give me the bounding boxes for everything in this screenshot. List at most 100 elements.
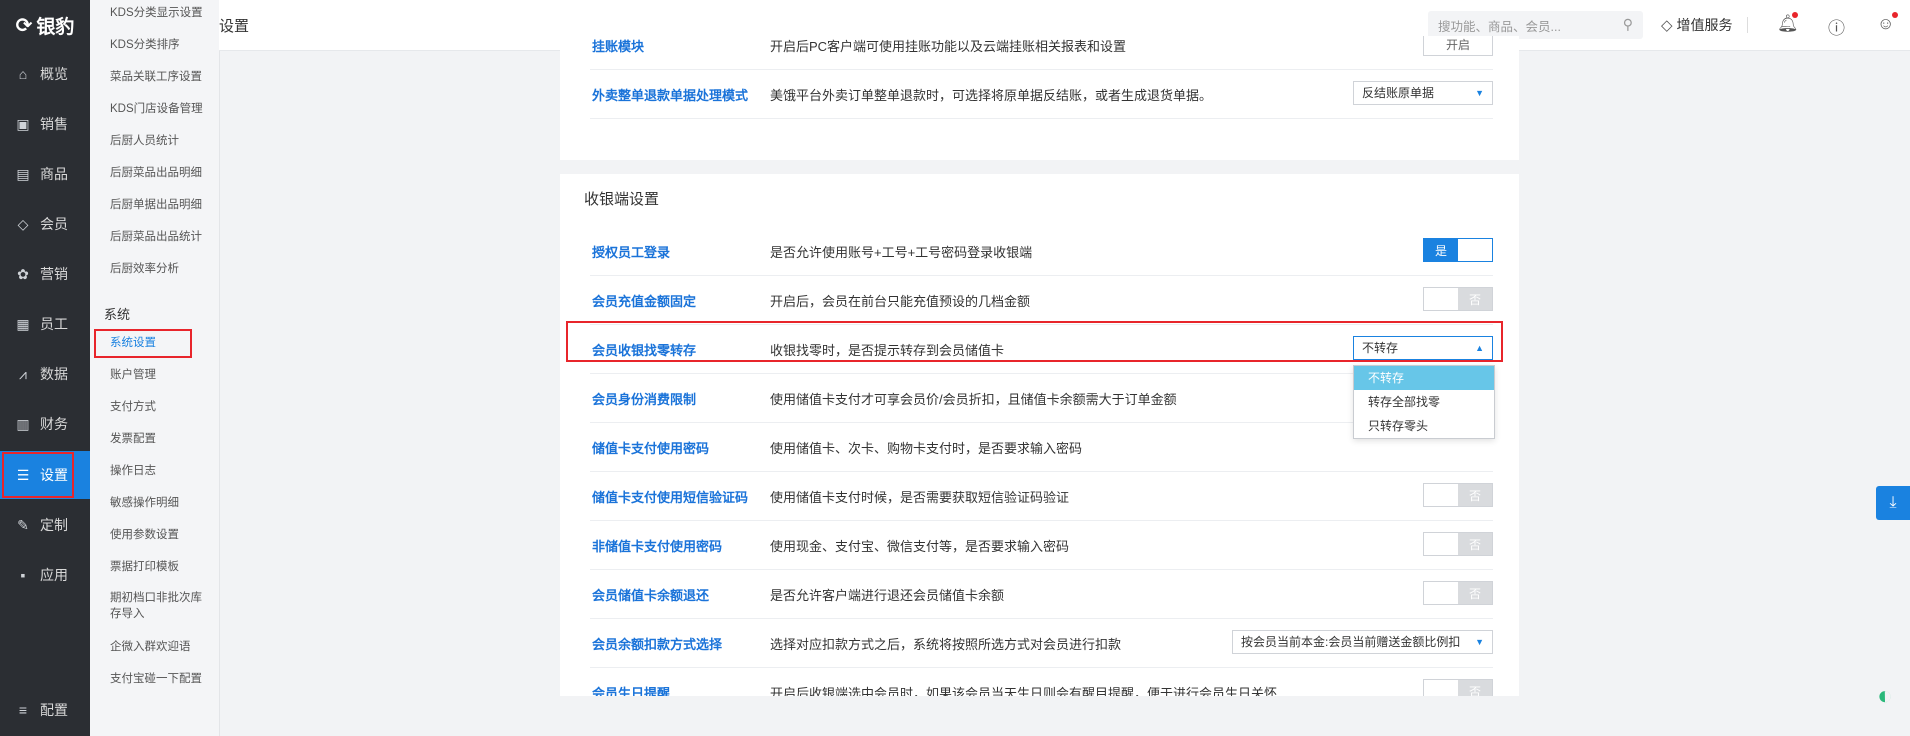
nav-item-member[interactable]: ◇ 会员 bbox=[0, 200, 90, 248]
submenu-item[interactable]: 操作日志 bbox=[110, 462, 156, 478]
setting-description: 开启后PC客户端可使用挂账功能以及云端挂账相关报表和设置 bbox=[770, 39, 1127, 54]
page-title: 设置 bbox=[219, 18, 250, 35]
submenu-item[interactable]: 菜品关联工序设置 bbox=[110, 68, 202, 84]
setting-description: 使用储值卡、次卡、购物卡支付时，是否要求输入密码 bbox=[770, 441, 1083, 456]
setting-select[interactable]: 不转存 ▲ bbox=[1353, 336, 1493, 360]
setting-toggle[interactable]: 否 bbox=[1423, 679, 1493, 696]
nav-item-custom[interactable]: ✎ 定制 bbox=[0, 501, 90, 549]
setting-toggle[interactable]: 是 bbox=[1423, 238, 1493, 262]
submenu-item[interactable]: 支付宝碰一下配置 bbox=[110, 670, 202, 686]
nav-item-label: 配置 bbox=[40, 702, 68, 718]
custom-icon: ✎ bbox=[17, 516, 29, 533]
change-deposit-dropdown: 不转存 转存全部找零 只转存零头 bbox=[1353, 365, 1495, 439]
submenu-section-title: 系统 bbox=[104, 307, 131, 322]
nav-item-product[interactable]: ▤ 商品 bbox=[0, 150, 90, 198]
settings-submenu: KDS分类显示设置 KDS分类排序 菜品关联工序设置 KDS门店设备管理 后厨人员统计后… bbox=[90, 0, 220, 736]
nav-item-label: 应用 bbox=[40, 567, 68, 583]
setting-description: 选择对应扣款方式之后，系统将按照所选方式对会员进行扣款 bbox=[770, 637, 1122, 652]
submenu-item[interactable]: 后厨单据出品明细 bbox=[110, 196, 202, 212]
dropdown-option[interactable]: 只转存零头 bbox=[1354, 414, 1494, 438]
submenu-item[interactable]: 期初档口非批次库存导入 bbox=[110, 590, 212, 622]
submenu-item[interactable]: 后厨人员统计 bbox=[110, 132, 179, 148]
value-service-label: 增值服务 bbox=[1676, 17, 1733, 33]
setting-description: 是否允许客户端进行退还会员储值卡余额 bbox=[770, 588, 1005, 603]
nav-item-label: 财务 bbox=[40, 416, 68, 432]
user-account-icon[interactable]: ☺ bbox=[1877, 14, 1894, 34]
setting-row: 会员充值金额固定 开启后，会员在前台只能充值预设的几档金额 否 bbox=[590, 275, 1493, 325]
caret-up-icon: ▲ bbox=[1475, 343, 1484, 353]
setting-label: 挂账模块 bbox=[592, 39, 645, 54]
submenu-item[interactable]: 账户管理 bbox=[110, 366, 156, 382]
submenu-item[interactable]: 后厨菜品出品统计 bbox=[110, 228, 202, 244]
setting-description: 开启后，会员在前台只能充值预设的几档金额 bbox=[770, 294, 1031, 309]
staff-icon: ▦ bbox=[16, 315, 30, 332]
submenu-item[interactable]: 票据打印模板 bbox=[110, 558, 179, 574]
submenu-item[interactable]: 敏感操作明细 bbox=[110, 494, 179, 510]
setting-label: 会员身份消费限制 bbox=[592, 392, 697, 407]
submenu-item[interactable]: KDS分类排序 bbox=[110, 36, 180, 52]
diamond-icon: ◇ bbox=[1661, 17, 1673, 34]
submenu-item[interactable]: 后厨效率分析 bbox=[110, 260, 179, 276]
product-icon: ▤ bbox=[16, 165, 30, 182]
apps-icon: ▪ bbox=[20, 567, 26, 583]
setting-row: 会员储值卡余额退还 是否允许客户端进行退还会员储值卡余额 否 bbox=[590, 569, 1493, 619]
submenu-item[interactable]: KDS门店设备管理 bbox=[110, 100, 203, 116]
nav-item-settings[interactable]: ☰ 设置 bbox=[0, 451, 90, 499]
nav-item-data[interactable]: ⩘ 数据 bbox=[0, 350, 90, 398]
nav-item-config[interactable]: ≡ 配置 bbox=[0, 686, 90, 734]
setting-toggle[interactable]: 否 bbox=[1423, 483, 1493, 507]
config-icon: ≡ bbox=[18, 702, 28, 718]
home-icon: ⌂ bbox=[18, 66, 28, 82]
setting-select[interactable]: 反结账原单据 ▼ bbox=[1353, 81, 1493, 105]
setting-row: 会员余额扣款方式选择 选择对应扣款方式之后，系统将按照所选方式对会员进行扣款 按会员… bbox=[590, 618, 1493, 668]
dropdown-option[interactable]: 不转存 bbox=[1354, 366, 1494, 390]
nav-item-finance[interactable]: ▥ 财务 bbox=[0, 400, 90, 448]
submenu-item[interactable]: 支付方式 bbox=[110, 398, 156, 414]
nav-item-staff[interactable]: ▦ 员工 bbox=[0, 300, 90, 348]
assistant-logo-icon[interactable]: ◐ bbox=[1877, 680, 1907, 714]
nav-item-home[interactable]: ⌂ 概览 bbox=[0, 50, 90, 98]
nav-item-apps[interactable]: ▪ 应用 bbox=[0, 551, 90, 599]
setting-description: 使用储值卡支付时候，是否需要获取短信验证码验证 bbox=[770, 490, 1070, 505]
setting-description: 使用现金、支付宝、微信支付等，是否要求输入密码 bbox=[770, 539, 1070, 554]
submenu-item[interactable]: 发票配置 bbox=[110, 430, 156, 446]
setting-description: 是否允许使用账号+工号+工号密码登录收银端 bbox=[770, 245, 1033, 260]
setting-description: 收银找零时，是否提示转存到会员储值卡 bbox=[770, 343, 1005, 358]
setting-label: 外卖整单退款单据处理模式 bbox=[592, 88, 749, 103]
setting-toggle[interactable]: 否 bbox=[1423, 287, 1493, 311]
dropdown-option[interactable]: 转存全部找零 bbox=[1354, 390, 1494, 414]
nav-item-label: 会员 bbox=[40, 216, 68, 232]
enable-button[interactable]: 开启 bbox=[1423, 36, 1493, 56]
search-icon[interactable]: ⚲ bbox=[1623, 16, 1633, 33]
toggle-on-label bbox=[1424, 533, 1458, 555]
value-service-button[interactable]: ◇ 增值服务 bbox=[1661, 15, 1733, 35]
setting-label: 授权员工登录 bbox=[592, 245, 671, 260]
download-icon[interactable]: ⤓ bbox=[1876, 486, 1910, 520]
sales-icon: ▣ bbox=[16, 115, 30, 132]
submenu-item[interactable]: KDS分类显示设置 bbox=[110, 4, 203, 20]
member-icon: ◇ bbox=[17, 215, 29, 232]
setting-select[interactable]: 按会员当前本金:会员当前赠送金额比例扣 ▼ bbox=[1232, 630, 1493, 654]
submenu-item[interactable]: 企微入群欢迎语 bbox=[110, 638, 191, 654]
submenu-item[interactable]: 后厨菜品出品明细 bbox=[110, 164, 202, 180]
setting-description: 美饿平台外卖订单整单退款时，可选择将原单据反结账，或者生成退货单据。 bbox=[770, 88, 1213, 103]
nav-item-label: 员工 bbox=[40, 316, 68, 332]
submenu-item[interactable]: 使用参数设置 bbox=[110, 526, 179, 542]
caret-down-icon: ▼ bbox=[1475, 88, 1484, 98]
setting-label: 会员收银找零转存 bbox=[592, 343, 697, 358]
nav-item-label: 定制 bbox=[40, 517, 68, 533]
app-logo[interactable]: ⟳ 银豹 bbox=[0, 0, 90, 50]
help-icon[interactable]: ⓘ bbox=[1828, 14, 1845, 39]
setting-description: 开启后收银端选中会员时，如果该会员当天生日则会有醒目提醒，便于进行会员生日关怀 bbox=[770, 686, 1278, 696]
nav-item-sales[interactable]: ▣ 销售 bbox=[0, 100, 90, 148]
toggle-on-label bbox=[1424, 582, 1458, 604]
nav-item-marketing[interactable]: ✿ 营销 bbox=[0, 250, 90, 298]
setting-toggle[interactable]: 否 bbox=[1423, 581, 1493, 605]
setting-row: 储值卡支付使用短信验证码 使用储值卡支付时候，是否需要获取短信验证码验证 否 bbox=[590, 471, 1493, 521]
setting-description: 使用储值卡支付才可享会员价/会员折扣，且储值卡余额需大于订单金额 bbox=[770, 392, 1177, 407]
setting-label: 会员储值卡余额退还 bbox=[592, 588, 710, 603]
setting-row: 授权员工登录 是否允许使用账号+工号+工号密码登录收银端 是 bbox=[590, 226, 1493, 276]
global-search-input[interactable]: 搜功能、商品、会员... ⚲ bbox=[1428, 11, 1643, 39]
setting-toggle[interactable]: 否 bbox=[1423, 532, 1493, 556]
submenu-item-system-settings[interactable]: 系统设置 bbox=[110, 334, 156, 350]
